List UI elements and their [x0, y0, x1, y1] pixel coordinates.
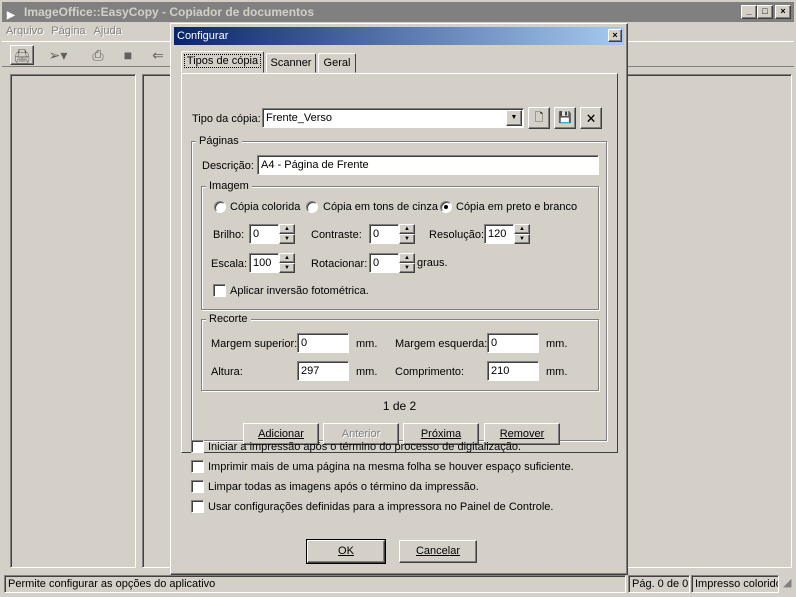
print-icon[interactable]: ⎙ [86, 45, 110, 65]
status-bar: Permite configurar as opções do aplicati… [2, 574, 794, 594]
spin-up-icon[interactable]: ▲ [399, 253, 415, 263]
delete-document-icon[interactable]: 🗙 [580, 107, 602, 129]
dialog-title-bar: Configurar × [174, 27, 624, 45]
description-label: Descrição: [202, 160, 254, 172]
scale-spinner[interactable]: ▲ ▼ [279, 253, 295, 273]
option-clear-images-label: Limpar todas as imagens após o término d… [208, 481, 479, 493]
length-input[interactable]: 210 [487, 361, 539, 381]
app-title: ImageOffice::EasyCopy - Copiador de docu… [24, 5, 315, 19]
top-margin-input[interactable]: 0 [297, 333, 349, 353]
spin-up-icon[interactable]: ▲ [514, 224, 530, 234]
close-button[interactable]: × [775, 5, 791, 19]
minimize-button[interactable]: _ [741, 5, 757, 19]
radio-color-label: Cópia colorida [230, 201, 301, 213]
dialog-title: Configurar [177, 30, 229, 42]
option-start-print-label: Iniciar a impressão após o término do pr… [208, 441, 522, 453]
description-input[interactable]: A4 - Página de Frente [257, 155, 599, 175]
radio-blackwhite[interactable] [440, 201, 452, 213]
spin-down-icon[interactable]: ▼ [514, 234, 530, 244]
invert-label: Aplicar inversão fotométrica. [230, 285, 369, 297]
menu-ajuda[interactable]: Ajuda [90, 25, 126, 37]
spin-down-icon[interactable]: ▼ [279, 234, 295, 244]
status-mode: Impresso colorido [691, 575, 779, 593]
height-label: Altura: [211, 366, 243, 378]
tab-panel: Tipo da cópia: Frente_Verso ▼ 🗋 💾 🗙 Pági… [181, 73, 618, 453]
pages-group-title: Páginas [196, 135, 242, 147]
copy-type-value: Frente_Verso [266, 112, 333, 124]
dialog-close-button[interactable]: × [608, 29, 622, 42]
tab-geral[interactable]: Geral [318, 53, 356, 73]
height-unit: mm. [356, 366, 378, 378]
menu-pagina[interactable]: Página [47, 25, 89, 37]
status-message: Permite configurar as opções do aplicati… [4, 575, 626, 593]
option-multi-page-checkbox[interactable] [191, 460, 204, 473]
printer-icon[interactable]: 🖨 [10, 45, 34, 65]
menu-bar: Arquivo Página Ajuda [2, 22, 126, 40]
back-arrow-icon[interactable]: ⇐ [148, 45, 168, 65]
menu-arquivo[interactable]: Arquivo [2, 25, 47, 37]
left-margin-input[interactable]: 0 [487, 333, 539, 353]
cancel-button[interactable]: Cancelar [399, 540, 477, 563]
scan-arrow-icon[interactable]: ➢▾ [40, 45, 76, 65]
rotate-spinner[interactable]: ▲ ▼ [399, 253, 415, 273]
thumbnail-panel [10, 74, 136, 568]
main-title-bar: ▶ ImageOffice::EasyCopy - Copiador de do… [2, 2, 794, 22]
option-clear-images-checkbox[interactable] [191, 480, 204, 493]
rotate-label: Rotacionar: [311, 258, 368, 270]
save-icon[interactable]: 💾 [554, 107, 576, 129]
top-margin-unit: mm. [356, 338, 378, 350]
top-margin-label: Margem superior: [211, 338, 298, 350]
ok-button[interactable]: OK [306, 539, 386, 564]
rotate-input[interactable]: 0 [369, 253, 399, 273]
contrast-label: Contraste: [311, 229, 362, 241]
length-label: Comprimento: [395, 366, 465, 378]
contrast-spinner[interactable]: ▲ ▼ [399, 224, 415, 244]
stop-icon[interactable]: ■ [116, 45, 140, 65]
contrast-input[interactable]: 0 [369, 224, 399, 244]
brightness-label: Brilho: [213, 229, 245, 241]
spin-up-icon[interactable]: ▲ [279, 224, 295, 234]
copy-type-label: Tipo da cópia: [192, 113, 261, 125]
option-printer-config-checkbox[interactable] [191, 500, 204, 513]
option-start-print-checkbox[interactable] [191, 440, 204, 453]
scale-input[interactable]: 100 [249, 253, 279, 273]
copy-type-select[interactable]: Frente_Verso ▼ [262, 108, 524, 128]
resolution-input[interactable]: 120 [484, 224, 514, 244]
radio-blackwhite-label: Cópia em preto e branco [456, 201, 578, 213]
brightness-input[interactable]: 0 [249, 224, 279, 244]
spin-down-icon[interactable]: ▼ [399, 263, 415, 273]
resolution-label: Resolução: [429, 229, 485, 241]
height-input[interactable]: 297 [297, 361, 349, 381]
resize-grip-icon[interactable]: ◢ [780, 575, 794, 593]
scale-label: Escala: [211, 258, 248, 270]
new-document-icon[interactable]: 🗋 [528, 107, 550, 129]
left-margin-label: Margem esquerda: [395, 338, 488, 350]
maximize-button[interactable]: □ [757, 5, 773, 19]
invert-checkbox[interactable] [213, 284, 226, 297]
configure-dialog: Configurar × Tipos de cópia Scanner Gera… [170, 23, 628, 575]
chevron-down-icon[interactable]: ▼ [506, 110, 522, 126]
brightness-spinner[interactable]: ▲ ▼ [279, 224, 295, 244]
tab-tipos-de-copia[interactable]: Tipos de cópia [181, 51, 264, 73]
rotate-unit: graus. [417, 257, 448, 269]
radio-grayscale[interactable] [306, 201, 318, 213]
length-unit: mm. [546, 366, 568, 378]
pager-label: 1 de 2 [382, 399, 417, 413]
spin-down-icon[interactable]: ▼ [399, 234, 415, 244]
radio-color[interactable] [214, 201, 226, 213]
spin-down-icon[interactable]: ▼ [279, 263, 295, 273]
tab-scanner[interactable]: Scanner [266, 53, 316, 73]
option-printer-config-label: Usar configurações definidas para a impr… [208, 501, 554, 513]
left-margin-unit: mm. [546, 338, 568, 350]
option-multi-page-label: Imprimir mais de uma página na mesma fol… [208, 461, 574, 473]
spin-up-icon[interactable]: ▲ [399, 224, 415, 234]
resolution-spinner[interactable]: ▲ ▼ [514, 224, 530, 244]
crop-group [201, 319, 599, 391]
crop-group-title: Recorte [206, 313, 251, 325]
image-group-title: Imagem [206, 180, 252, 192]
radio-grayscale-label: Cópia em tons de cinza [323, 201, 438, 213]
status-page: Pág. 0 de 0 [628, 575, 690, 593]
spin-up-icon[interactable]: ▲ [279, 253, 295, 263]
